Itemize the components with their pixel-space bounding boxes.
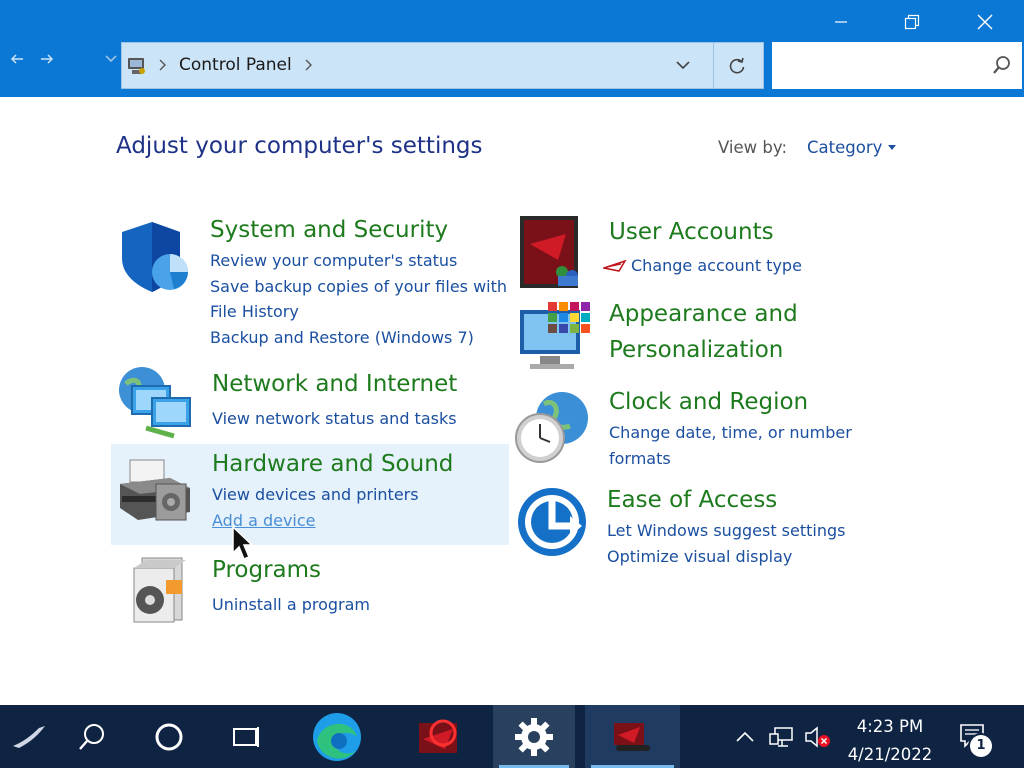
view-by-label: View by: bbox=[718, 138, 787, 157]
refresh-icon bbox=[729, 57, 745, 74]
arrow-left-icon bbox=[10, 54, 23, 64]
task-view-button[interactable] bbox=[220, 705, 272, 768]
minimize-icon bbox=[835, 21, 847, 23]
link-backup-restore[interactable]: Backup and Restore (Windows 7) bbox=[210, 325, 507, 351]
user-accounts-icon bbox=[520, 216, 578, 288]
cortana-circle-icon bbox=[155, 723, 183, 750]
gear-icon bbox=[515, 717, 553, 756]
network-monitor-icon bbox=[769, 726, 793, 747]
title-bar: Control Panel bbox=[0, 0, 1024, 97]
link-network-status[interactable]: View network status and tasks bbox=[212, 406, 457, 432]
taskbar: 4:23 PM 4/21/2022 1 bbox=[0, 705, 1024, 768]
search-box[interactable] bbox=[772, 42, 1022, 89]
shield-icon bbox=[122, 222, 188, 292]
link-optimize-visual-display[interactable]: Optimize visual display bbox=[607, 544, 845, 570]
taskbar-settings[interactable] bbox=[493, 705, 575, 768]
recent-locations-button[interactable] bbox=[100, 48, 122, 70]
account-type-shield-icon bbox=[603, 259, 627, 272]
link-file-history[interactable]: File History bbox=[210, 299, 507, 325]
search-icon bbox=[79, 723, 104, 750]
close-icon bbox=[977, 14, 993, 30]
volume-tray-button[interactable] bbox=[800, 705, 834, 768]
link-formats[interactable]: formats bbox=[609, 446, 852, 472]
start-button[interactable] bbox=[0, 705, 58, 768]
printer-icon bbox=[120, 459, 190, 521]
taskbar-search-button[interactable] bbox=[66, 705, 118, 768]
link-change-account-type[interactable]: Change account type bbox=[631, 253, 802, 279]
clock-time: 4:23 PM bbox=[856, 717, 924, 736]
clock-date: 4/21/2022 bbox=[847, 745, 933, 764]
chevron-down-icon bbox=[105, 55, 117, 63]
link-review-status[interactable]: Review your computer's status bbox=[210, 248, 507, 274]
action-center-button[interactable]: 1 bbox=[950, 705, 1000, 768]
chevron-right-icon[interactable] bbox=[304, 55, 314, 75]
taskbar-control-panel[interactable] bbox=[585, 705, 680, 768]
taskbar-app-red[interactable] bbox=[404, 705, 470, 768]
link-change-date-time[interactable]: Change date, time, or number bbox=[609, 420, 852, 446]
task-view-icon bbox=[233, 726, 259, 747]
ease-of-access-icon bbox=[518, 488, 586, 556]
category-title-network-and-internet[interactable]: Network and Internet bbox=[212, 366, 457, 402]
refresh-button[interactable] bbox=[722, 53, 752, 79]
show-hidden-icons-button[interactable] bbox=[730, 705, 760, 768]
clock-icon bbox=[515, 392, 588, 463]
link-save-backup-copies[interactable]: Save backup copies of your files with bbox=[210, 274, 507, 300]
category-title-clock-and-region[interactable]: Clock and Region bbox=[609, 384, 852, 420]
control-panel-icon bbox=[128, 58, 145, 74]
network-tray-button[interactable] bbox=[765, 705, 797, 768]
address-bar[interactable]: Control Panel bbox=[121, 42, 764, 89]
chevron-up-icon bbox=[736, 731, 754, 742]
minimize-button[interactable] bbox=[817, 0, 865, 44]
category-title-appearance-line2[interactable]: Personalization bbox=[609, 332, 798, 368]
chevron-right-icon bbox=[159, 59, 166, 71]
address-divider bbox=[713, 43, 714, 88]
forward-button[interactable] bbox=[36, 48, 58, 70]
search-input[interactable] bbox=[780, 52, 980, 78]
control-panel-icon bbox=[613, 722, 650, 751]
network-icon bbox=[119, 367, 191, 439]
link-uninstall-program[interactable]: Uninstall a program bbox=[212, 592, 370, 618]
search-icon bbox=[993, 56, 1010, 74]
edge-browser-icon bbox=[313, 712, 361, 761]
link-devices-printers[interactable]: View devices and printers bbox=[212, 482, 453, 508]
restore-icon bbox=[904, 14, 920, 30]
programs-icon bbox=[133, 557, 186, 623]
system-clock[interactable]: 4:23 PM 4/21/2022 bbox=[836, 713, 944, 768]
speaker-muted-icon bbox=[805, 725, 830, 748]
notification-badge: 1 bbox=[970, 735, 992, 757]
red-app-icon bbox=[419, 719, 457, 753]
breadcrumb-control-panel[interactable]: Control Panel bbox=[179, 55, 292, 75]
category-title-appearance-line1[interactable]: Appearance and bbox=[609, 296, 798, 332]
category-title-system-and-security[interactable]: System and Security bbox=[210, 212, 507, 248]
mouse-cursor-icon bbox=[232, 525, 254, 560]
back-button[interactable] bbox=[6, 48, 28, 70]
link-windows-suggest-settings[interactable]: Let Windows suggest settings bbox=[607, 518, 845, 544]
category-title-ease-of-access[interactable]: Ease of Access bbox=[607, 482, 845, 518]
arrow-right-icon bbox=[41, 54, 54, 64]
restore-button[interactable] bbox=[888, 0, 936, 44]
view-by-dropdown[interactable]: Category bbox=[807, 138, 897, 157]
cortana-button[interactable] bbox=[144, 705, 194, 768]
view-by-value[interactable]: Category bbox=[807, 138, 882, 157]
taskbar-edge[interactable] bbox=[304, 705, 370, 768]
address-dropdown-icon[interactable] bbox=[675, 57, 691, 73]
page-title: Adjust your computer's settings bbox=[116, 133, 483, 159]
dropdown-arrow-icon bbox=[888, 144, 897, 150]
category-title-user-accounts[interactable]: User Accounts bbox=[609, 214, 802, 250]
appearance-icon bbox=[520, 302, 590, 369]
close-button[interactable] bbox=[961, 0, 1009, 44]
start-logo-icon bbox=[13, 725, 45, 748]
category-title-hardware-and-sound[interactable]: Hardware and Sound bbox=[212, 446, 453, 482]
